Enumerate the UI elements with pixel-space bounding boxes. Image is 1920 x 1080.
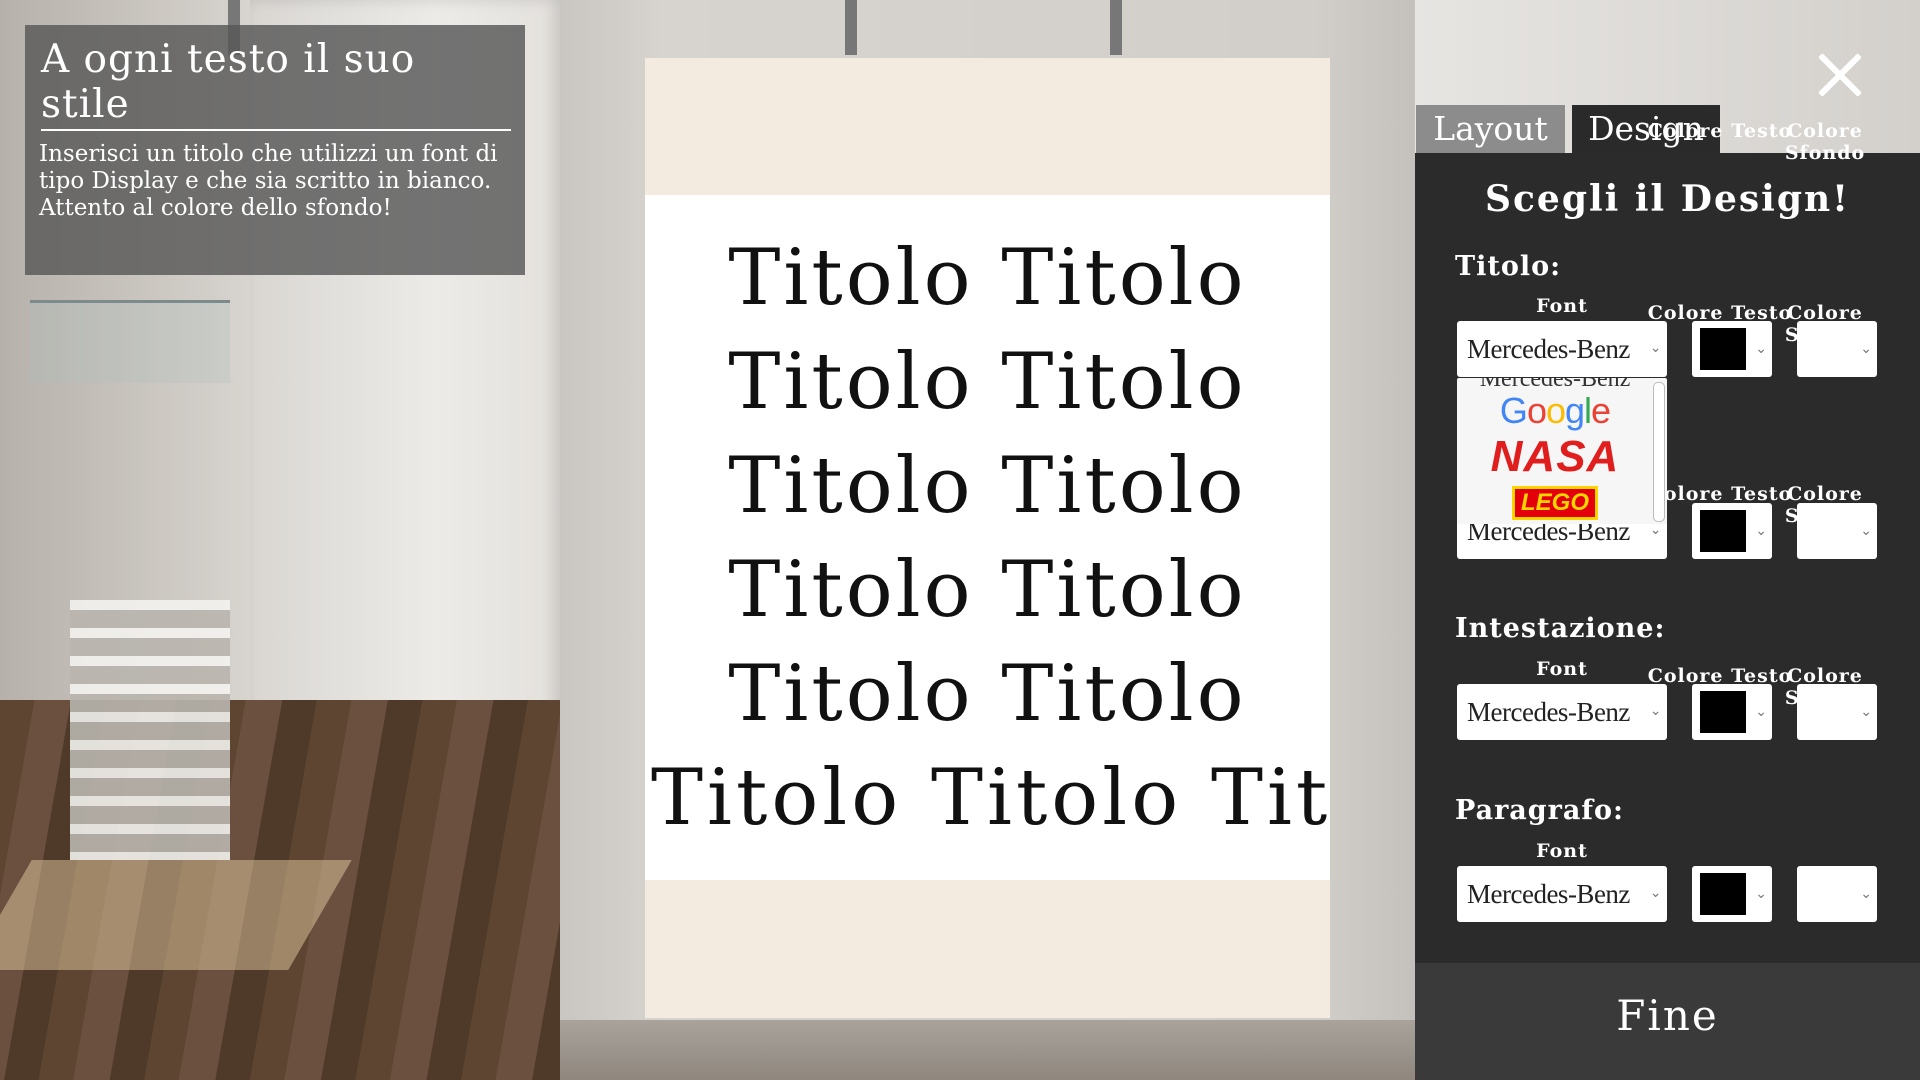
bg-color-column-label: Colore Sfondo [1784, 483, 1866, 527]
instruction-box: A ogni testo il suo stile Inserisci un t… [25, 25, 525, 275]
lego-logo: LEGO [1511, 486, 1598, 520]
color-swatch [1700, 328, 1746, 370]
close-icon[interactable] [1810, 45, 1870, 105]
titolo-font-select[interactable]: Mercedes-Benz ⌄ [1457, 321, 1667, 377]
dropdown-option-lego[interactable]: LEGO [1457, 486, 1653, 520]
center-floor [560, 1020, 1415, 1080]
panel-title: Scegli il Design! [1485, 178, 1850, 220]
ceiling-lamp [1110, 0, 1122, 55]
bg-color-column-label: Colore Sfondo [1784, 665, 1866, 709]
section-title-titolo: Titolo: [1455, 251, 1562, 282]
titolo-font-value: Mercedes-Benz [1467, 334, 1630, 364]
poster-title-line: Titolo Titolo [728, 337, 1247, 427]
bg-color-column-label: Colore Sfondo [1784, 120, 1866, 164]
paragrafo-text-color-select[interactable]: ⌄ [1692, 866, 1772, 922]
section-title-paragrafo: Paragrafo: [1455, 795, 1624, 826]
poster-title-line: Titolo Titolo [728, 441, 1247, 531]
chevron-down-icon: ⌄ [1860, 886, 1872, 902]
paragrafo-font-select[interactable]: Mercedes-Benz ⌄ [1457, 866, 1667, 922]
ceiling-lamp [845, 0, 857, 55]
chevron-down-icon: ⌄ [1649, 886, 1662, 901]
staircase [70, 600, 230, 860]
font-column-label: Font [1536, 658, 1588, 680]
intestazione-font-value: Mercedes-Benz [1467, 697, 1630, 727]
font-column-label: Font [1536, 295, 1588, 317]
font-column-label: Font [1536, 840, 1588, 862]
tab-layout[interactable]: Layout [1416, 105, 1565, 153]
intestazione-font-select[interactable]: Mercedes-Benz ⌄ [1457, 684, 1667, 740]
poster-title-line: Titolo Titolo Tit [651, 753, 1330, 843]
dropdown-option-nasa[interactable]: NASA [1457, 432, 1653, 482]
color-swatch [1700, 510, 1746, 552]
instruction-text: Inserisci un titolo che utilizzi un font… [39, 141, 498, 221]
design-panel: Scegli il Design! Titolo: Font Colore Te… [1415, 120, 1920, 963]
dropdown-option-google[interactable]: Google [1457, 390, 1653, 432]
fine-button[interactable]: Fine [1415, 991, 1920, 1040]
bg-color-column-label: Colore Sfondo [1784, 302, 1866, 346]
balcony-rail [30, 300, 230, 383]
poster-title-line: Titolo Titolo [728, 649, 1247, 739]
poster-title-band: Titolo Titolo Titolo Titolo Titolo Titol… [645, 195, 1330, 880]
chevron-down-icon: ⌄ [1755, 886, 1767, 902]
instruction-title: A ogni testo il suo stile [41, 37, 511, 131]
paragrafo-font-value: Mercedes-Benz [1467, 879, 1630, 909]
fine-bar: Fine [1415, 963, 1920, 1080]
color-swatch [1700, 691, 1746, 733]
poster-preview: Titolo Titolo Titolo Titolo Titolo Titol… [645, 58, 1330, 1018]
section-title-intestazione: Intestazione: [1455, 613, 1666, 644]
poster-title-line: Titolo Titolo [728, 233, 1247, 323]
chevron-down-icon: ⌄ [1649, 341, 1662, 356]
poster-title-line: Titolo Titolo [728, 545, 1247, 635]
chevron-down-icon: ⌄ [1649, 704, 1662, 719]
paragrafo-bg-color-select[interactable]: ⌄ [1797, 866, 1877, 922]
dropdown-scrollbar[interactable] [1653, 382, 1665, 522]
color-swatch [1700, 873, 1746, 915]
font-dropdown-list[interactable]: Mercedes-Benz Google NASA LEGO [1457, 378, 1667, 524]
